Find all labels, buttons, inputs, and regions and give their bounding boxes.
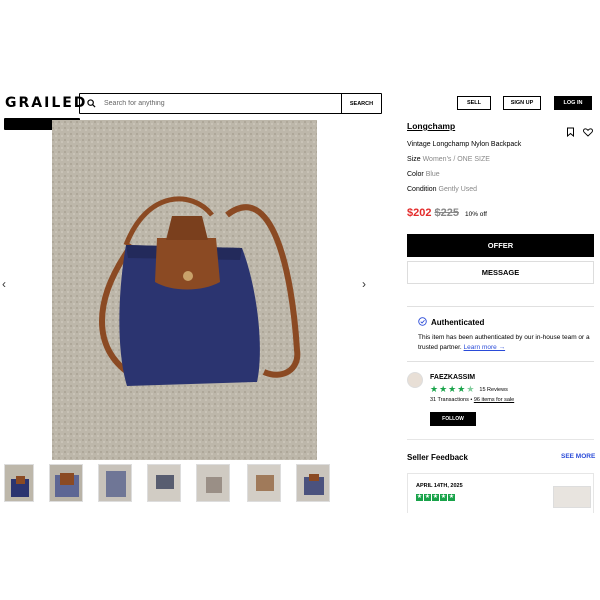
share-icon[interactable] [566, 124, 575, 142]
size-value: Women's / ONE SIZE [422, 156, 490, 163]
original-price: $225 [434, 207, 459, 219]
half-star-icon: ★ [466, 384, 475, 394]
see-more-link[interactable]: SEE MORE [561, 453, 595, 460]
feedback-date: APRIL 14TH, 2025 [416, 483, 463, 489]
reviews-count[interactable]: 15 Reviews [479, 387, 507, 393]
color-row: Color Blue [407, 171, 440, 178]
grailed-logo[interactable]: GRAILED [5, 95, 87, 111]
authenticated-header: Authenticated [418, 317, 484, 328]
seller-feedback-title: Seller Feedback [407, 453, 468, 462]
items-for-sale-link[interactable]: 96 items for sale [474, 397, 514, 403]
heart-icon[interactable] [583, 124, 593, 142]
chevron-left-icon[interactable]: ‹ [2, 277, 6, 291]
product-main-photo[interactable] [52, 120, 317, 460]
offer-button[interactable]: OFFER [407, 234, 594, 257]
search-input[interactable] [102, 94, 341, 113]
log-in-button[interactable]: LOG IN [554, 96, 592, 110]
star-icon: ★ [448, 384, 457, 394]
thumbnail-5[interactable] [196, 464, 230, 502]
star-icon: ★ [448, 494, 455, 501]
brand-link[interactable]: Longchamp [407, 121, 455, 131]
sell-button[interactable]: SELL [457, 96, 491, 110]
follow-button[interactable]: FOLLOW [430, 412, 476, 426]
seller-panel: FAEZKASSIM ★ ★ ★ ★ ★ 15 Reviews 31 Trans… [407, 370, 594, 432]
message-button[interactable]: MESSAGE [407, 261, 594, 284]
current-price: $202 [407, 207, 432, 219]
discount-label: 10% off [464, 211, 487, 218]
star-icon: ★ [432, 494, 439, 501]
search-icon [80, 94, 102, 113]
thumbnail-6[interactable] [247, 464, 281, 502]
authenticated-text: This item has been authenticated by our … [418, 333, 590, 353]
authenticated-title: Authenticated [431, 318, 485, 327]
feedback-card: APRIL 14TH, 2025 ★ ★ ★ ★ ★ [407, 473, 594, 513]
thumbnail-1[interactable] [4, 464, 34, 502]
thumbnail-4[interactable] [147, 464, 181, 502]
seller-stats: 31 Transactions • 96 items for sale [430, 397, 514, 403]
star-icon: ★ [424, 494, 431, 501]
thumbnail-7[interactable] [296, 464, 330, 502]
thumbnail-strip [4, 464, 334, 502]
condition-value: Gently Used [438, 186, 478, 193]
search-bar: SEARCH [79, 93, 382, 114]
seller-name[interactable]: FAEZKASSIM [430, 374, 475, 381]
divider [407, 439, 594, 440]
search-button[interactable]: SEARCH [341, 94, 381, 113]
size-label: Size [407, 156, 421, 163]
color-label: Color [407, 171, 424, 178]
seller-rating: ★ ★ ★ ★ ★ 15 Reviews [430, 385, 508, 394]
sign-up-button[interactable]: SIGN UP [503, 96, 541, 110]
condition-row: Condition Gently Used [407, 186, 477, 193]
star-icon: ★ [457, 384, 466, 394]
star-icon: ★ [416, 494, 423, 501]
check-badge-icon [418, 317, 427, 328]
product-title: Vintage Longchamp Nylon Backpack [407, 141, 522, 148]
feedback-photo[interactable] [553, 486, 591, 508]
avatar[interactable] [407, 372, 423, 388]
top-navigation-bar: GRAILED SEARCH SELL SIGN UP LOG IN [0, 88, 600, 118]
color-value: Blue [425, 171, 440, 178]
thumbnail-3[interactable] [98, 464, 132, 502]
star-icon: ★ [430, 384, 439, 394]
bullet-separator: • [470, 397, 473, 403]
condition-label: Condition [407, 186, 437, 193]
authenticated-panel: Authenticated This item has been authent… [407, 306, 594, 362]
thumbnail-2[interactable] [49, 464, 83, 502]
star-icon: ★ [440, 494, 447, 501]
listing-actions [566, 124, 593, 142]
transactions-count: 31 Transactions [430, 397, 469, 403]
feedback-stars: ★ ★ ★ ★ ★ [416, 494, 455, 501]
learn-more-link[interactable]: Learn more → [464, 344, 506, 351]
size-row: Size Women's / ONE SIZE [407, 156, 490, 163]
chevron-right-icon[interactable]: › [362, 277, 366, 291]
price-row: $202 $225 10% off [407, 207, 487, 219]
star-icon: ★ [439, 384, 448, 394]
